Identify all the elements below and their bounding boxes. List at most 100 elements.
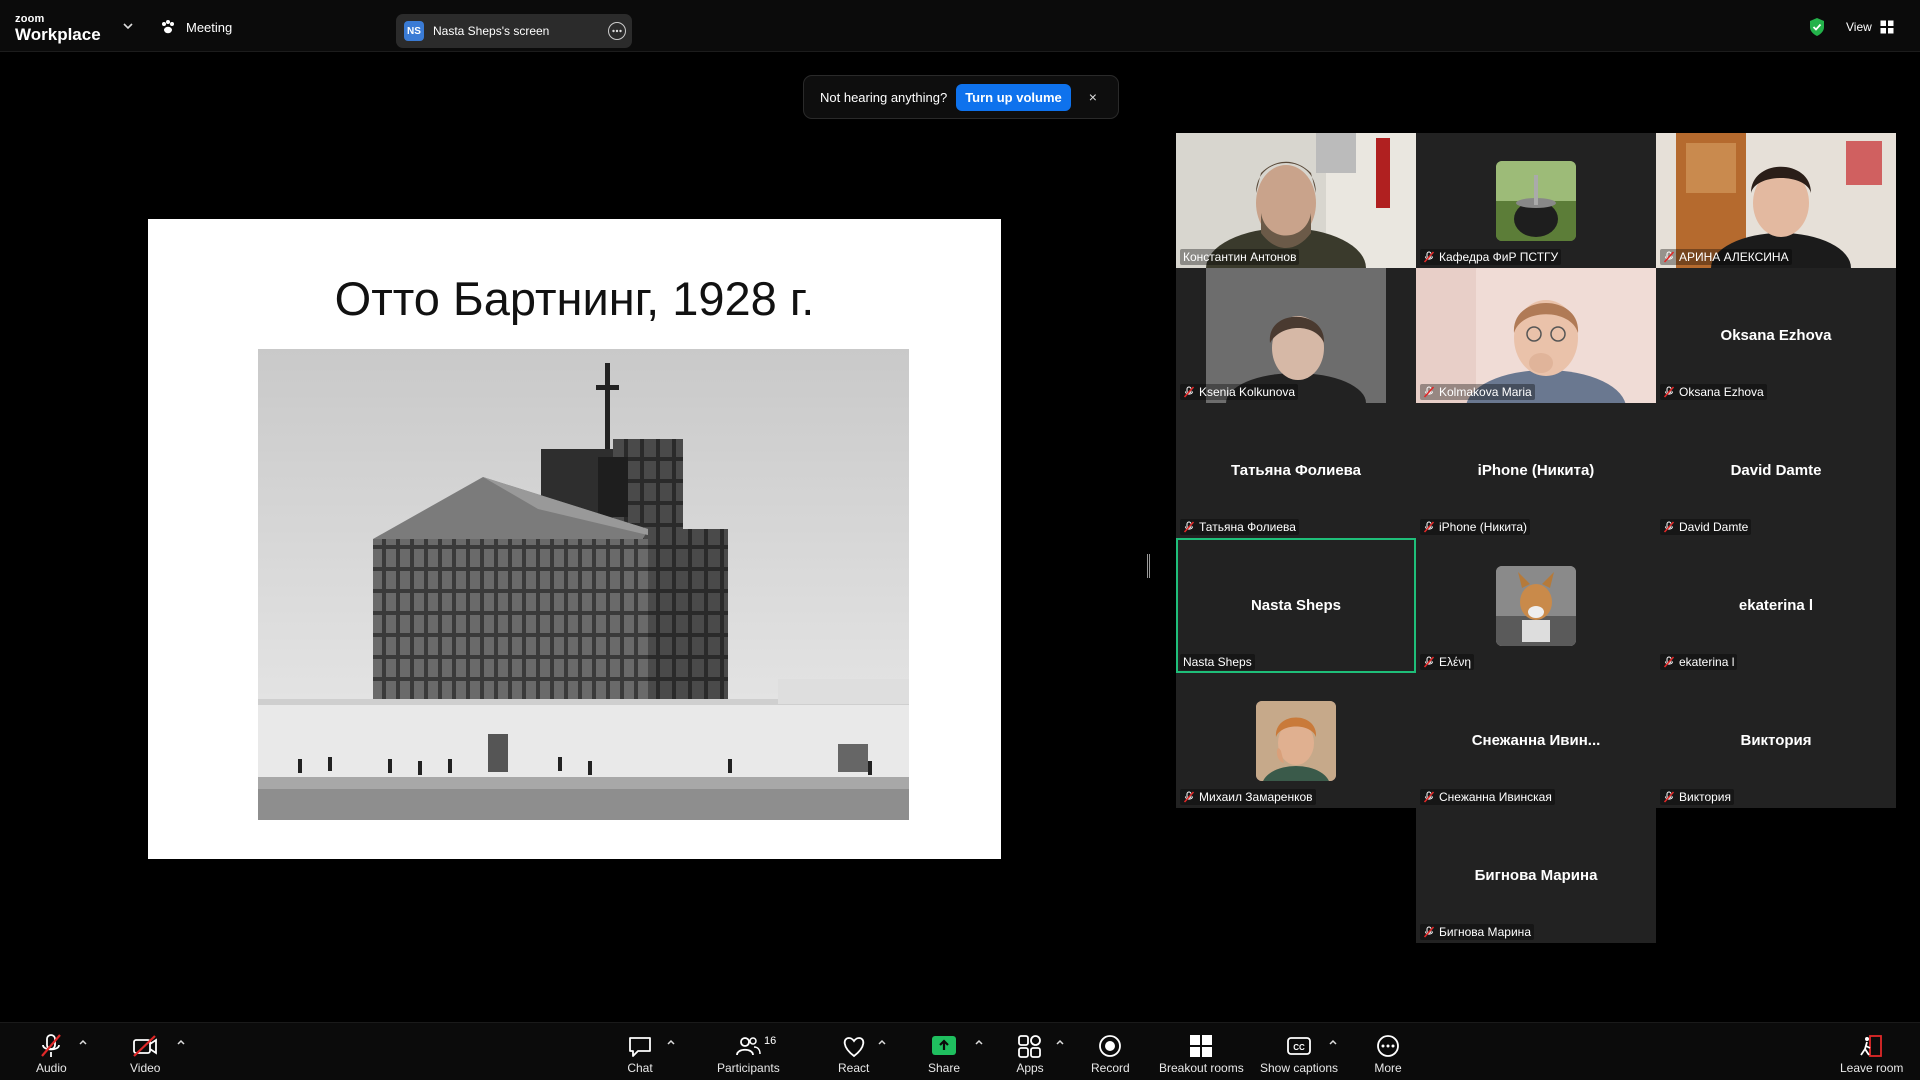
chevron-down-icon[interactable] (122, 20, 134, 32)
participant-name-label: Виктория (1660, 789, 1735, 805)
record-button[interactable]: Record (1091, 1033, 1130, 1075)
more-icon (1377, 1035, 1399, 1057)
participant-video (1416, 268, 1656, 403)
mic-muted-icon (1423, 251, 1435, 263)
mic-muted-icon (1663, 521, 1675, 533)
more-options-icon[interactable] (608, 22, 626, 40)
participant-name-label: Nasta Sheps (1180, 654, 1255, 670)
shared-screen-title: Nasta Sheps's screen (433, 24, 550, 38)
mic-muted-icon (1423, 521, 1435, 533)
heart-icon (843, 1037, 864, 1058)
audio-button[interactable]: Audio (36, 1033, 67, 1075)
participants-count: 16 (764, 1035, 777, 1047)
turn-up-volume-button[interactable]: Turn up volume (956, 83, 1071, 111)
audio-label: Audio (36, 1061, 67, 1075)
zoom-logo[interactable]: zoom Workplace (15, 14, 101, 44)
more-label: More (1374, 1061, 1402, 1075)
mic-muted-icon (41, 1034, 62, 1057)
video-button[interactable]: Video (130, 1033, 160, 1075)
participant-name-label: iPhone (Никита) (1420, 519, 1531, 535)
participant-tile[interactable]: Oksana Ezhova Oksana Ezhova (1656, 268, 1896, 403)
captions-caret-icon[interactable] (1328, 1038, 1338, 1048)
participant-name-label: АРИНА АЛЕКСИНА (1660, 249, 1792, 265)
participant-name: Михаил Замаренков (1199, 790, 1313, 804)
participants-label: Participants (717, 1061, 780, 1075)
participant-name: Oksana Ezhova (1679, 385, 1764, 399)
apps-button[interactable]: Apps (1016, 1033, 1044, 1075)
view-button[interactable]: View (1846, 20, 1894, 34)
apps-caret-icon[interactable] (1055, 1038, 1065, 1048)
participant-tile[interactable]: Бигнова Марина Бигнова Марина (1416, 808, 1656, 943)
participant-display-name: iPhone (Никита) (1477, 462, 1595, 479)
chat-icon (629, 1037, 651, 1057)
participant-name: Виктория (1679, 790, 1732, 804)
participant-tile[interactable]: iPhone (Никита) iPhone (Никита) (1416, 403, 1656, 538)
participant-tile[interactable]: ekaterina l ekaterina l (1656, 538, 1896, 673)
participant-video (1176, 133, 1416, 268)
more-button[interactable]: More (1374, 1033, 1402, 1075)
show-captions-button[interactable]: CC Show captions (1260, 1033, 1338, 1075)
participant-tile[interactable]: Михаил Замаренков (1176, 673, 1416, 808)
mic-muted-icon (1663, 251, 1675, 263)
participant-name-label: David Damte (1660, 519, 1752, 535)
participant-tile[interactable]: Виктория Виктория (1656, 673, 1896, 808)
participant-tile[interactable]: Снежанна Ивин... Снежанна Ивинская (1416, 673, 1656, 808)
breakout-rooms-button[interactable]: Breakout rooms (1159, 1033, 1244, 1075)
participant-tile[interactable]: Константин Антонов (1176, 133, 1416, 268)
participant-name: Ksenia Kolkunova (1199, 385, 1296, 399)
audio-toast: Not hearing anything? Turn up volume × (803, 75, 1119, 119)
participant-tile[interactable]: Татьяна Фолиева Татьяна Фолиева (1176, 403, 1416, 538)
chat-button[interactable]: Chat (626, 1033, 654, 1075)
video-caret-icon[interactable] (176, 1038, 186, 1048)
chat-label: Chat (627, 1061, 653, 1075)
participant-display-name: Татьяна Фолиева (1230, 462, 1362, 479)
participant-tile[interactable]: Кафедра ФиР ПСТГУ (1416, 133, 1656, 268)
participant-name: Кафедра ФиР ПСТГУ (1439, 250, 1559, 264)
breakout-rooms-icon (1190, 1035, 1213, 1057)
captions-icon: CC (1287, 1037, 1311, 1055)
participant-tile[interactable]: Ksenia Kolkunova (1176, 268, 1416, 403)
svg-text:CC: CC (1293, 1043, 1305, 1052)
close-icon[interactable]: × (1089, 89, 1097, 105)
share-screen-icon (932, 1036, 957, 1055)
participant-name: Бигнова Марина (1439, 925, 1531, 939)
share-button[interactable]: Share (928, 1033, 960, 1075)
participant-tile[interactable]: Kolmakova Maria (1416, 268, 1656, 403)
record-icon (1099, 1035, 1122, 1057)
participant-name-label: Бигнова Марина (1420, 924, 1534, 940)
panel-resize-handle[interactable] (1147, 554, 1150, 578)
mic-muted-icon (1423, 656, 1435, 668)
grid-view-icon (1880, 20, 1894, 34)
mic-muted-icon (1423, 926, 1435, 938)
apps-icon (1018, 1035, 1041, 1058)
breakout-rooms-label: Breakout rooms (1159, 1061, 1244, 1075)
participant-display-name: Nasta Sheps (1250, 597, 1342, 614)
participant-name: Константин Антонов (1183, 250, 1297, 264)
participant-display-name: Снежанна Ивин... (1471, 732, 1601, 749)
leave-room-icon (1859, 1035, 1882, 1057)
leave-room-button[interactable]: Leave room (1840, 1033, 1903, 1075)
participant-display-name: ekaterina l (1738, 597, 1814, 614)
participant-name-label: Kolmakova Maria (1420, 384, 1535, 400)
participant-name-label: Снежанна Ивинская (1420, 789, 1555, 805)
view-label: View (1846, 20, 1872, 34)
participant-name: Kolmakova Maria (1439, 385, 1532, 399)
audio-caret-icon[interactable] (78, 1038, 88, 1048)
shared-screen-pill[interactable]: NS Nasta Sheps's screen (396, 14, 632, 48)
participant-tile[interactable]: АРИНА АЛЕКСИНА (1656, 133, 1896, 268)
logo-big: Workplace (15, 25, 101, 44)
participant-name: Nasta Sheps (1183, 655, 1252, 669)
react-caret-icon[interactable] (877, 1038, 887, 1048)
participant-tile[interactable]: David Damte David Damte (1656, 403, 1896, 538)
participants-icon (736, 1037, 762, 1056)
react-button[interactable]: React (838, 1033, 869, 1075)
mic-muted-icon (1183, 386, 1195, 398)
participant-tile[interactable]: Ελένη (1416, 538, 1656, 673)
meeting-info-button[interactable]: Meeting (160, 19, 232, 35)
chat-caret-icon[interactable] (666, 1038, 676, 1048)
video-label: Video (130, 1061, 161, 1075)
participant-name-label: Татьяна Фолиева (1180, 519, 1299, 535)
shield-check-icon[interactable] (1808, 17, 1826, 37)
participant-tile[interactable]: Nasta Sheps Nasta Sheps (1176, 538, 1416, 673)
share-caret-icon[interactable] (974, 1038, 984, 1048)
